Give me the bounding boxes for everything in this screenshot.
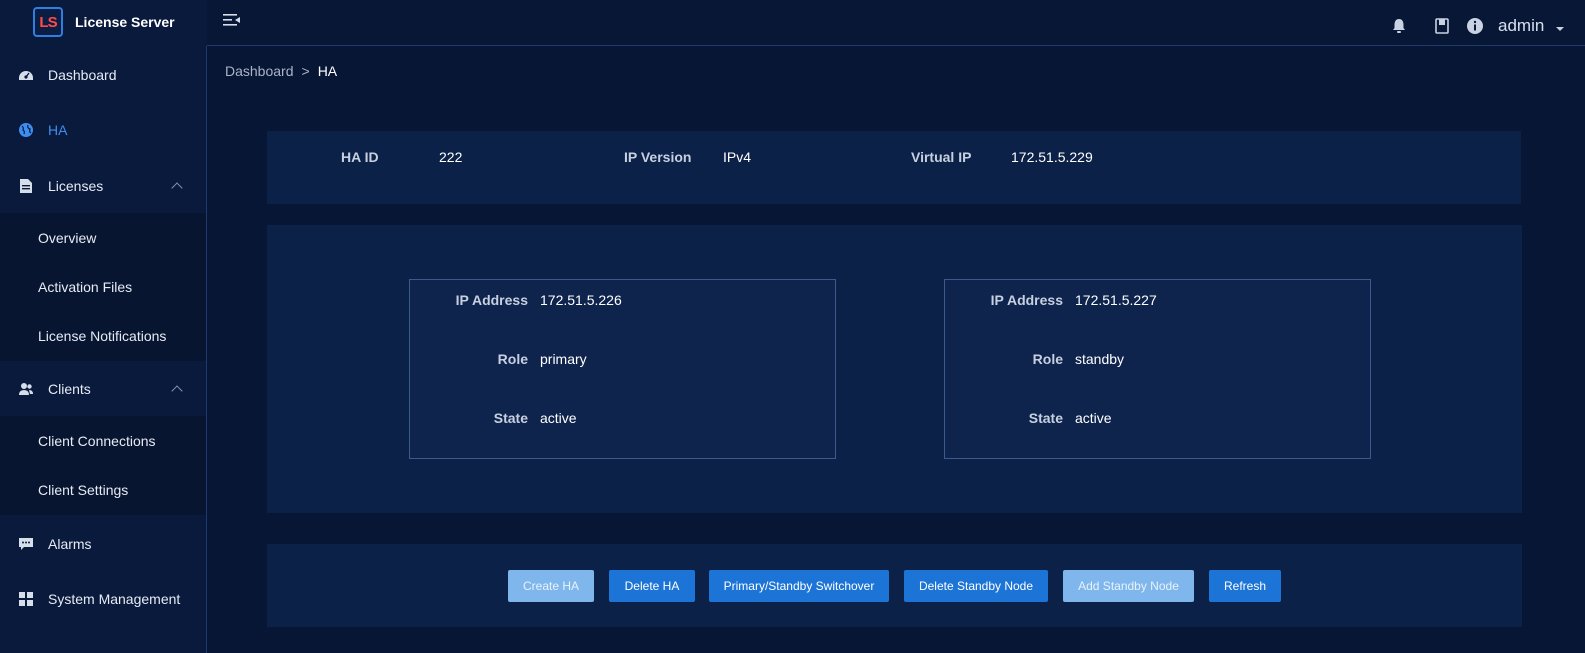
delete-standby-node-button[interactable]: Delete Standby Node	[904, 570, 1048, 602]
sidebar-item-label: Licenses	[48, 178, 104, 194]
grid-icon	[19, 592, 33, 606]
node-ip-value: 172.51.5.226	[540, 292, 622, 308]
ip-version-value: IPv4	[723, 149, 752, 165]
sidebar-item-clients[interactable]: Clients	[0, 364, 206, 414]
sidebar-item-label: HA	[48, 122, 68, 138]
node-ip-label: IP Address	[455, 292, 528, 308]
node-state-label: State	[1028, 410, 1063, 426]
sidebar-item-system-management[interactable]: System Management	[0, 574, 206, 624]
chevron-up-icon	[171, 182, 183, 194]
sidebar-item-label: System Management	[48, 591, 181, 607]
node-role-label: Role	[497, 351, 528, 367]
sidebar-subitem-label: Client Settings	[38, 482, 129, 498]
node-role-label: Role	[1032, 351, 1063, 367]
node-role-value: primary	[540, 351, 587, 367]
ip-version-label: IP Version	[624, 149, 692, 165]
sidebar-item-overview[interactable]: Overview	[0, 213, 206, 262]
primary-node-card: IP Address 172.51.5.226 Role primary Sta…	[409, 279, 836, 459]
document-icon	[20, 179, 32, 193]
chat-icon	[19, 538, 33, 550]
create-ha-button[interactable]: Create HA	[508, 570, 594, 602]
breadcrumb: Dashboard > HA	[225, 63, 337, 79]
chevron-up-icon	[171, 385, 183, 397]
sidebar-item-licenses[interactable]: Licenses	[0, 161, 206, 211]
app-logo: LS	[33, 7, 63, 37]
ha-info-panel	[267, 131, 1521, 204]
sidebar-subitem-label: Activation Files	[38, 279, 133, 295]
top-bar: LS License Server admin	[0, 0, 1585, 46]
breadcrumb-dashboard[interactable]: Dashboard	[225, 63, 294, 79]
virtual-ip-label: Virtual IP	[911, 149, 972, 165]
sidebar-subitem-label: Overview	[38, 230, 97, 246]
node-ip-value: 172.51.5.227	[1075, 292, 1157, 308]
ha-id-label: HA ID	[341, 149, 379, 165]
virtual-ip-value: 172.51.5.229	[1011, 149, 1093, 165]
brand: LS License Server	[0, 0, 207, 46]
sidebar-item-client-connections[interactable]: Client Connections	[0, 416, 206, 465]
globe-icon	[19, 123, 33, 137]
ha-actions-panel	[267, 544, 1522, 627]
node-state-label: State	[493, 410, 528, 426]
delete-ha-button[interactable]: Delete HA	[609, 570, 695, 602]
node-role-value: standby	[1075, 351, 1125, 367]
sidebar: Dashboard HA Licenses Overview Activatio…	[0, 46, 207, 653]
clients-submenu: Client Connections Client Settings	[0, 416, 206, 515]
sidebar-item-ha[interactable]: HA	[0, 105, 206, 155]
info-icon[interactable]	[1466, 17, 1484, 35]
sidebar-item-client-settings[interactable]: Client Settings	[0, 465, 206, 514]
refresh-button[interactable]: Refresh	[1209, 570, 1281, 602]
sidebar-item-label: Dashboard	[48, 67, 117, 83]
ha-id-value: 222	[439, 149, 463, 165]
app-title: License Server	[75, 14, 175, 30]
book-icon[interactable]	[1433, 17, 1451, 35]
sidebar-subitem-label: Client Connections	[38, 433, 156, 449]
chevron-down-icon[interactable]	[1556, 27, 1564, 31]
sidebar-item-license-notifications[interactable]: License Notifications	[0, 311, 206, 360]
sidebar-subitem-label: License Notifications	[38, 328, 167, 344]
sidebar-item-label: Alarms	[48, 536, 92, 552]
licenses-submenu: Overview Activation Files License Notifi…	[0, 213, 206, 361]
logo-text: LS	[39, 13, 57, 31]
sidebar-item-activation-files[interactable]: Activation Files	[0, 262, 206, 311]
bell-icon[interactable]	[1390, 17, 1408, 35]
node-state-value: active	[1075, 410, 1112, 426]
dashboard-icon	[19, 71, 33, 80]
sidebar-item-dashboard[interactable]: Dashboard	[0, 50, 206, 100]
users-icon	[19, 383, 33, 395]
collapse-menu-icon[interactable]	[222, 12, 242, 30]
standby-node-card: IP Address 172.51.5.227 Role standby Sta…	[944, 279, 1371, 459]
node-ip-label: IP Address	[990, 292, 1063, 308]
node-state-value: active	[540, 410, 577, 426]
sidebar-item-label: Clients	[48, 381, 91, 397]
sidebar-item-alarms[interactable]: Alarms	[0, 519, 206, 569]
switchover-button[interactable]: Primary/Standby Switchover	[709, 570, 889, 602]
user-menu[interactable]: admin	[1498, 16, 1544, 36]
add-standby-node-button[interactable]: Add Standby Node	[1063, 570, 1194, 602]
breadcrumb-current: HA	[317, 63, 338, 79]
breadcrumb-separator: >	[301, 63, 310, 79]
